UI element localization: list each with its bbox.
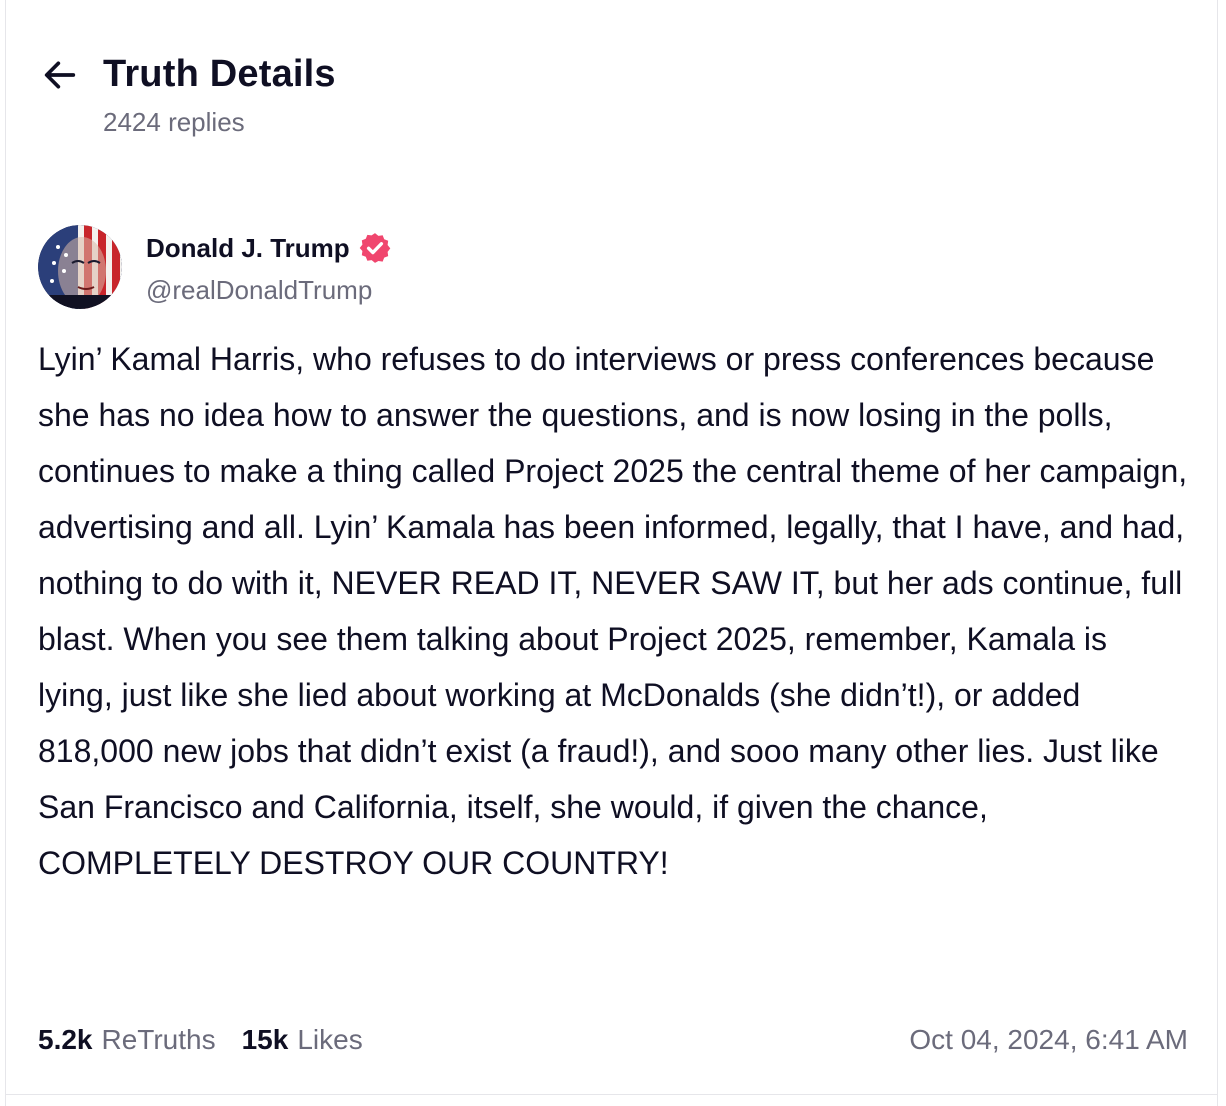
arrow-left-icon bbox=[44, 61, 76, 89]
retruths-stat[interactable]: 5.2k ReTruths bbox=[38, 1024, 216, 1056]
back-button[interactable] bbox=[40, 53, 84, 97]
page-title: Truth Details bbox=[103, 53, 336, 95]
post-text: Lyin’ Kamal Harris, who refuses to do in… bbox=[38, 341, 1188, 881]
replies-count: 2424 replies bbox=[103, 107, 245, 137]
likes-stat[interactable]: 15k Likes bbox=[242, 1024, 363, 1056]
retruths-label: ReTruths bbox=[101, 1024, 216, 1055]
avatar-image bbox=[38, 225, 122, 309]
likes-label: Likes bbox=[297, 1024, 363, 1055]
post-timestamp: Oct 04, 2024, 6:41 AM bbox=[909, 1024, 1188, 1055]
post-footer: 5.2k ReTruths 15k Likes Oct 04, 2024, 6:… bbox=[38, 1020, 1188, 1060]
author-row: Donald J. Trump bbox=[146, 230, 392, 266]
likes-count: 15k bbox=[241, 1024, 289, 1055]
verified-badge-icon bbox=[358, 231, 392, 265]
header bbox=[40, 50, 84, 100]
author-name[interactable]: Donald J. Trump bbox=[146, 233, 350, 264]
retruths-count: 5.2k bbox=[38, 1024, 93, 1055]
author-handle[interactable]: @realDonaldTrump bbox=[146, 275, 372, 306]
avatar[interactable] bbox=[38, 225, 122, 309]
divider bbox=[5, 1094, 1218, 1095]
